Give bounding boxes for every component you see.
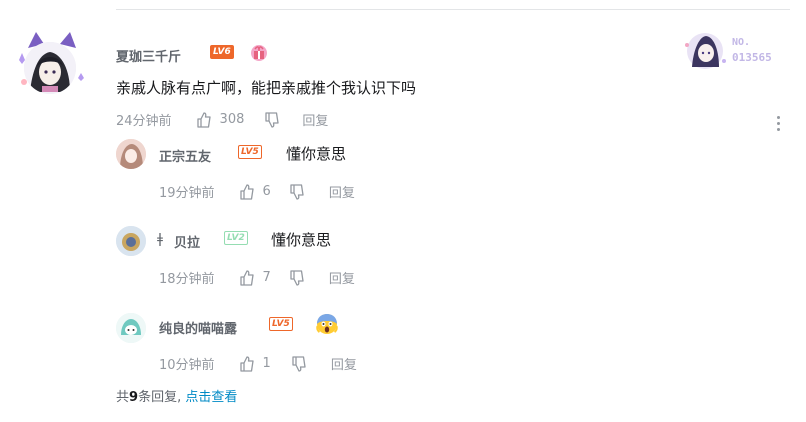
fan-badge-prefix: NO. — [732, 37, 751, 48]
thumb-down-icon — [289, 269, 305, 286]
level-badge: LV5 — [269, 317, 293, 331]
more-icon[interactable] — [776, 116, 782, 134]
level-badge: LV6 — [210, 45, 234, 59]
reply-button[interactable]: 回复 — [329, 182, 355, 201]
dislike-button[interactable] — [289, 269, 305, 286]
reply-time: 10分钟前 — [159, 358, 215, 373]
fan-badge-number: 013565 — [732, 51, 772, 64]
comment-time: 24分钟前 — [116, 114, 172, 129]
reply-button[interactable]: 回复 — [302, 110, 328, 129]
dislike-button[interactable] — [264, 111, 280, 128]
comment-meta: 24分钟前 308 回复 — [116, 110, 328, 129]
thumb-up-icon — [239, 269, 255, 286]
fan-badge: NO. 013565 — [682, 31, 787, 71]
reply-avatar[interactable] — [116, 139, 146, 169]
reply-button[interactable]: 回复 — [329, 268, 355, 287]
reply-username[interactable]: 纯良的喵喵露 — [159, 318, 237, 337]
like-button[interactable]: 1 — [239, 355, 271, 372]
reply-time: 19分钟前 — [159, 186, 215, 201]
like-count: 308 — [219, 112, 245, 127]
dislike-button[interactable] — [291, 355, 307, 372]
reply-button[interactable]: 回复 — [331, 354, 357, 373]
view-replies-link[interactable]: 点击查看 — [185, 390, 237, 405]
reply-time: 18分钟前 — [159, 272, 215, 287]
reply-text: 懂你意思 — [271, 231, 332, 249]
reply-username[interactable]: 贝拉 — [174, 232, 200, 251]
thumb-down-icon — [264, 111, 280, 128]
dislike-button[interactable] — [289, 183, 305, 200]
thumb-up-icon — [239, 183, 255, 200]
like-count: 6 — [262, 184, 271, 199]
like-count: 1 — [262, 356, 271, 371]
reply-username[interactable]: 正宗五友 — [159, 146, 211, 165]
reply-meta: 18分钟前 7 回复 — [159, 268, 355, 287]
reply-avatar[interactable] — [116, 313, 146, 343]
thumb-down-icon — [291, 355, 307, 372]
level-badge: LV2 — [224, 231, 248, 245]
reply-meta: 19分钟前 6 回复 — [159, 182, 355, 201]
like-button[interactable]: 7 — [239, 269, 271, 286]
thumb-up-icon — [239, 355, 255, 372]
avatar[interactable] — [24, 42, 76, 94]
scream-emoji-icon: 😱 — [316, 313, 338, 339]
fan-icon: ǂ — [157, 232, 163, 247]
reply-avatar[interactable] — [116, 226, 146, 256]
gift-icon — [248, 41, 270, 67]
reply-meta: 10分钟前 1 回复 — [159, 354, 357, 373]
view-more-replies: 共9条回复, 点击查看 — [116, 386, 237, 405]
divider — [116, 9, 790, 10]
level-badge: LV5 — [238, 145, 262, 159]
thumb-up-icon — [196, 111, 212, 128]
reply-count: 9 — [129, 390, 139, 405]
comment-text: 亲戚人脉有点广啊，能把亲戚推个我认识下吗 — [116, 79, 417, 97]
like-count: 7 — [262, 270, 271, 285]
thumb-down-icon — [289, 183, 305, 200]
footer-suffix: 条回复, — [138, 390, 182, 405]
reply-text: 懂你意思 — [286, 145, 347, 163]
like-button[interactable]: 308 — [196, 111, 245, 128]
footer-prefix: 共 — [116, 390, 130, 405]
username[interactable]: 夏珈三千斤 — [116, 46, 181, 65]
like-button[interactable]: 6 — [239, 183, 271, 200]
